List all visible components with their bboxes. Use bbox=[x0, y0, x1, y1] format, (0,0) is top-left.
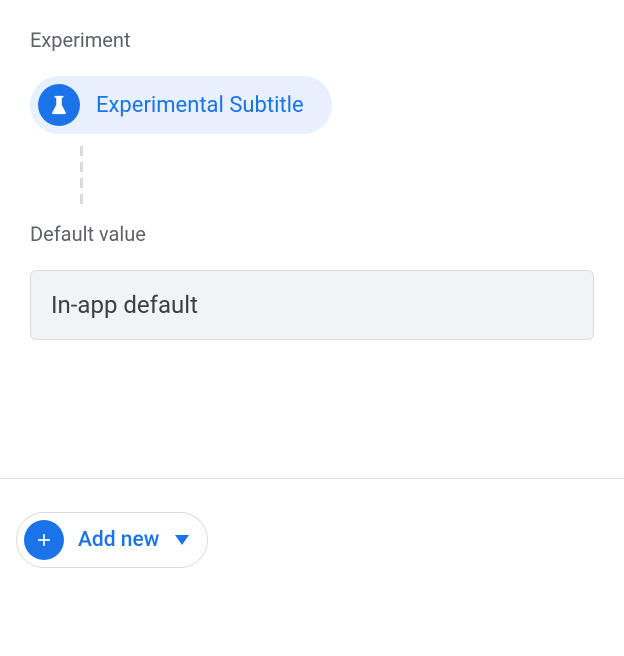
experiment-chip[interactable]: Experimental Subtitle bbox=[30, 76, 332, 134]
divider bbox=[0, 478, 624, 479]
chevron-down-icon bbox=[175, 535, 189, 545]
add-new-label: Add new bbox=[78, 528, 159, 552]
default-value-label: Default value bbox=[30, 222, 594, 246]
add-new-button[interactable]: Add new bbox=[16, 512, 208, 568]
default-value-input[interactable] bbox=[30, 270, 594, 340]
flask-icon bbox=[38, 84, 80, 126]
experiment-chip-label: Experimental Subtitle bbox=[96, 93, 304, 118]
connector-dots bbox=[80, 146, 594, 204]
experiment-label: Experiment bbox=[30, 28, 594, 52]
plus-icon bbox=[24, 520, 64, 560]
